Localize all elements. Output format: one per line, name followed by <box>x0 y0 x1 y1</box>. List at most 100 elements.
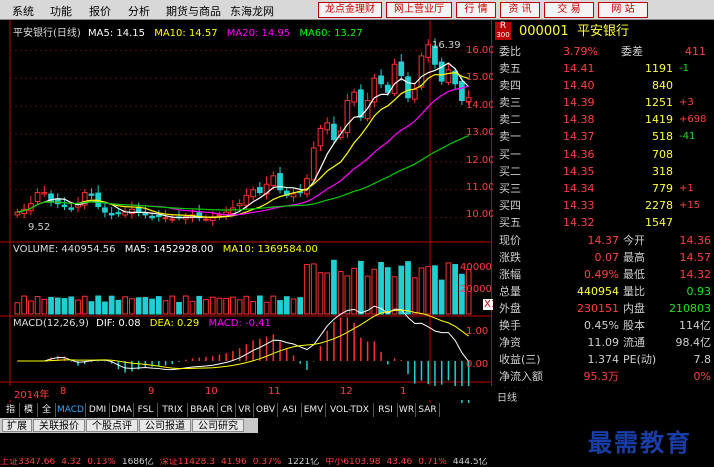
bid-row-3: 买四 14.33 2278 +15 <box>493 198 714 214</box>
volume-bar <box>344 275 351 315</box>
bid-price: 14.32 <box>563 216 595 229</box>
bottom-tab-2[interactable]: 个股点评 <box>86 419 138 432</box>
bottom-tab-1[interactable]: 关联报价 <box>33 419 85 432</box>
candle-body <box>142 213 149 216</box>
menu-donghai[interactable]: 东海龙网 <box>230 3 274 19</box>
bottom-tab-3[interactable]: 公司报道 <box>139 419 191 432</box>
period-label[interactable]: 日线 <box>497 389 517 404</box>
indicator-tab-asi[interactable]: ASI <box>278 403 302 417</box>
stat-value: 11.09 <box>587 336 620 349</box>
ask-row-3: 卖二 14.38 1419 +698 <box>493 112 714 128</box>
stat-label: 收益(三) <box>499 353 541 366</box>
indicator-tab-emv[interactable]: EMV <box>302 403 326 417</box>
indicator-tab-[interactable]: 模板 <box>20 403 38 429</box>
period-bar: 日线 <box>493 388 714 404</box>
candle-body <box>425 44 432 58</box>
bid-row-4: 买五 14.32 1547 <box>493 215 714 231</box>
menu-quote[interactable]: 报价 <box>89 3 111 19</box>
macd-dif: DIF: 0.08 <box>96 318 141 329</box>
volume-bar <box>169 295 176 315</box>
stat-label: 总量 <box>499 285 521 298</box>
trade-button[interactable]: 交 易 <box>544 2 594 18</box>
stat-label2: 量比 <box>623 285 645 298</box>
status-item: 43.46 <box>386 458 413 467</box>
stat-label: 外盘 <box>499 302 521 315</box>
ask-row-1: 卖四 14.40 840 <box>493 78 714 94</box>
indicator-tab-[interactable]: 全部 <box>38 403 56 429</box>
stat-row-8: 净流入额 95.3万 0% <box>493 369 714 385</box>
brand-watermark: 最需教育 <box>588 428 692 457</box>
volume-bar <box>34 296 41 315</box>
market-button[interactable]: 行 情 <box>456 2 496 18</box>
webi-label: 委比 <box>499 45 521 58</box>
volume-bar <box>297 297 304 315</box>
candle-body <box>250 189 256 198</box>
stat-value2: 98.4亿 <box>675 336 712 349</box>
macd-title: MACD(12,26,9) <box>13 318 89 329</box>
indicator-tab-dma[interactable]: DMA <box>110 403 134 417</box>
candle-body <box>304 178 310 195</box>
indicator-tab-brar[interactable]: BRAR <box>188 403 218 417</box>
menu-futures[interactable]: 期货与商品 <box>166 3 221 19</box>
volume-bar <box>176 301 182 315</box>
news-button[interactable]: 资 讯 <box>500 2 540 18</box>
menu-analysis[interactable]: 分析 <box>128 3 150 19</box>
volume-bar <box>425 266 432 315</box>
price-axis-14: 14.00 <box>466 100 495 111</box>
stat-row-2: 涨幅 0.49% 最低 14.32 <box>493 267 714 283</box>
indicator-tab-dmi[interactable]: DMI <box>86 403 110 417</box>
volume-bar <box>351 267 357 315</box>
stat-value: 440954 <box>577 285 619 298</box>
indicator-tab-cr[interactable]: CR <box>218 403 236 417</box>
bid-price: 14.35 <box>563 165 595 178</box>
indicator-tab-trix[interactable]: TRIX <box>158 403 188 417</box>
candle-body <box>243 194 250 206</box>
wealth-button[interactable]: 龙点金理财 <box>318 2 382 18</box>
bottom-tab-0[interactable]: 扩展 <box>2 419 32 432</box>
indicator-tab-obv[interactable]: OBV <box>254 403 278 417</box>
website-button[interactable]: 网 站 <box>598 2 648 18</box>
indicator-tab-wr[interactable]: WR <box>398 403 416 417</box>
bid-label: 买一 <box>499 148 521 161</box>
ask-volume: 840 <box>652 79 673 92</box>
indicator-tab-vr[interactable]: VR <box>236 403 254 417</box>
volume-bar <box>432 265 438 315</box>
candle-body <box>149 215 155 219</box>
menu-system[interactable]: 系统 <box>12 3 34 19</box>
indicator-tab-voltdx[interactable]: VOL-TDX <box>326 403 374 417</box>
indicator-tab-fsl[interactable]: FSL <box>134 403 158 417</box>
price-axis-16: 16.00 <box>466 45 495 56</box>
menu-function[interactable]: 功能 <box>50 3 72 19</box>
volume-bar <box>310 263 317 315</box>
ask-volume: 1191 <box>645 62 673 75</box>
price-axis-13: 13.00 <box>466 127 495 138</box>
ask-row-2: 卖三 14.39 1251 +3 <box>493 95 714 111</box>
volume-bar <box>358 260 364 315</box>
stat-value: 0.07 <box>594 251 620 264</box>
volume-bar <box>290 298 297 315</box>
volume-bar <box>129 298 135 315</box>
volume-bar <box>209 296 216 315</box>
volume-bar <box>250 300 256 315</box>
volume-bar <box>102 301 108 315</box>
bottom-tab-4[interactable]: 公司研究 <box>192 419 244 432</box>
indicator-tab-macd[interactable]: MACD <box>56 403 86 417</box>
indicator-tab-rsi[interactable]: RSI <box>374 403 398 417</box>
online-hall-button[interactable]: 网上营业厅 <box>386 2 452 18</box>
r-badge[interactable]: R 300 <box>495 22 511 40</box>
kline-chart-area[interactable]: 平安银行(日线) MA5: 14.15 MA10: 14.57 MA20: 14… <box>0 20 511 403</box>
time-12: 12 <box>340 386 353 397</box>
stat-label2: 最高 <box>623 251 645 264</box>
stat-row-5: 换手 0.45% 股本 114亿 <box>493 318 714 334</box>
stock-chart-title: 平安银行(日线) <box>13 28 81 39</box>
indicator-tab-sar[interactable]: SAR <box>416 403 440 417</box>
volume-bar <box>243 295 250 315</box>
ask-volume: 1251 <box>645 96 673 109</box>
kline-chart[interactable] <box>0 20 492 403</box>
volume-bar <box>216 297 223 315</box>
status-item: 0.13% <box>87 458 116 467</box>
indicator-tab-[interactable]: 指标 <box>2 403 20 429</box>
vol-axis-40000: 40000 <box>460 262 492 273</box>
volume-bar <box>270 295 277 315</box>
stat-value2: 0.93 <box>686 285 712 298</box>
